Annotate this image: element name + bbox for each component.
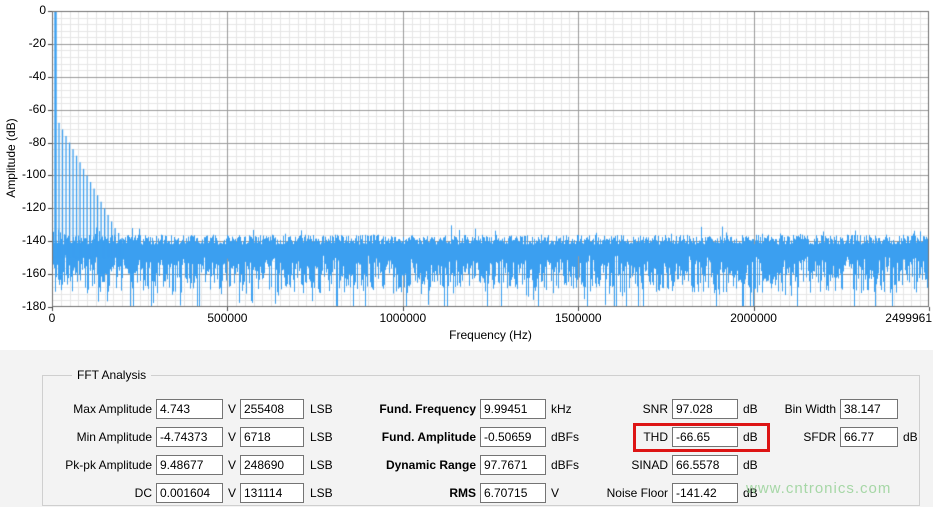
- x-tick-label: 2000000: [730, 311, 777, 325]
- sinad-input[interactable]: 66.5578: [672, 455, 738, 475]
- x-tick-label: 1000000: [379, 311, 426, 325]
- x-tick-label: 0: [49, 311, 56, 325]
- sfdr-input[interactable]: 66.77: [840, 427, 898, 447]
- x-tick-label: 2499961: [885, 311, 932, 325]
- field-label: SFDR: [726, 429, 836, 445]
- y-tick-label: -60: [4, 102, 46, 116]
- y-tick-label: -180: [4, 299, 46, 313]
- noise-floor-input[interactable]: -141.42: [672, 483, 738, 503]
- x-tick-label: 500000: [207, 311, 247, 325]
- field-label: Bin Width: [726, 401, 836, 417]
- field-sinad: SINAD 66.5578 dB: [0, 455, 933, 477]
- fft-chart: Amplitude (dB) Frequency (Hz) 0500000100…: [0, 0, 933, 348]
- watermark: www.cntronics.com: [746, 480, 891, 497]
- y-tick-label: -20: [4, 36, 46, 50]
- field-unit: dB: [903, 430, 918, 444]
- x-tick-label: 1500000: [555, 311, 602, 325]
- field-label: Noise Floor: [560, 485, 668, 501]
- field-unit: dB: [743, 458, 758, 472]
- y-tick-label: -140: [4, 233, 46, 247]
- fft-analyzer-window: Amplitude (dB) Frequency (Hz) 0500000100…: [0, 0, 933, 507]
- x-axis-label: Frequency (Hz): [52, 328, 929, 342]
- y-tick-label: -100: [4, 167, 46, 181]
- field-sfdr: SFDR 66.77 dB: [0, 427, 933, 449]
- fft-spectrum-canvas: [0, 0, 933, 348]
- field-label: SINAD: [560, 457, 668, 473]
- y-tick-label: -40: [4, 69, 46, 83]
- y-tick-label: -120: [4, 200, 46, 214]
- y-tick-label: -160: [4, 266, 46, 280]
- y-tick-label: 0: [4, 3, 46, 17]
- y-tick-label: -80: [4, 135, 46, 149]
- bin-width-input[interactable]: 38.147: [840, 399, 898, 419]
- field-bin-width: Bin Width 38.147: [0, 399, 933, 421]
- groupbox-legend: FFT Analysis: [72, 368, 151, 382]
